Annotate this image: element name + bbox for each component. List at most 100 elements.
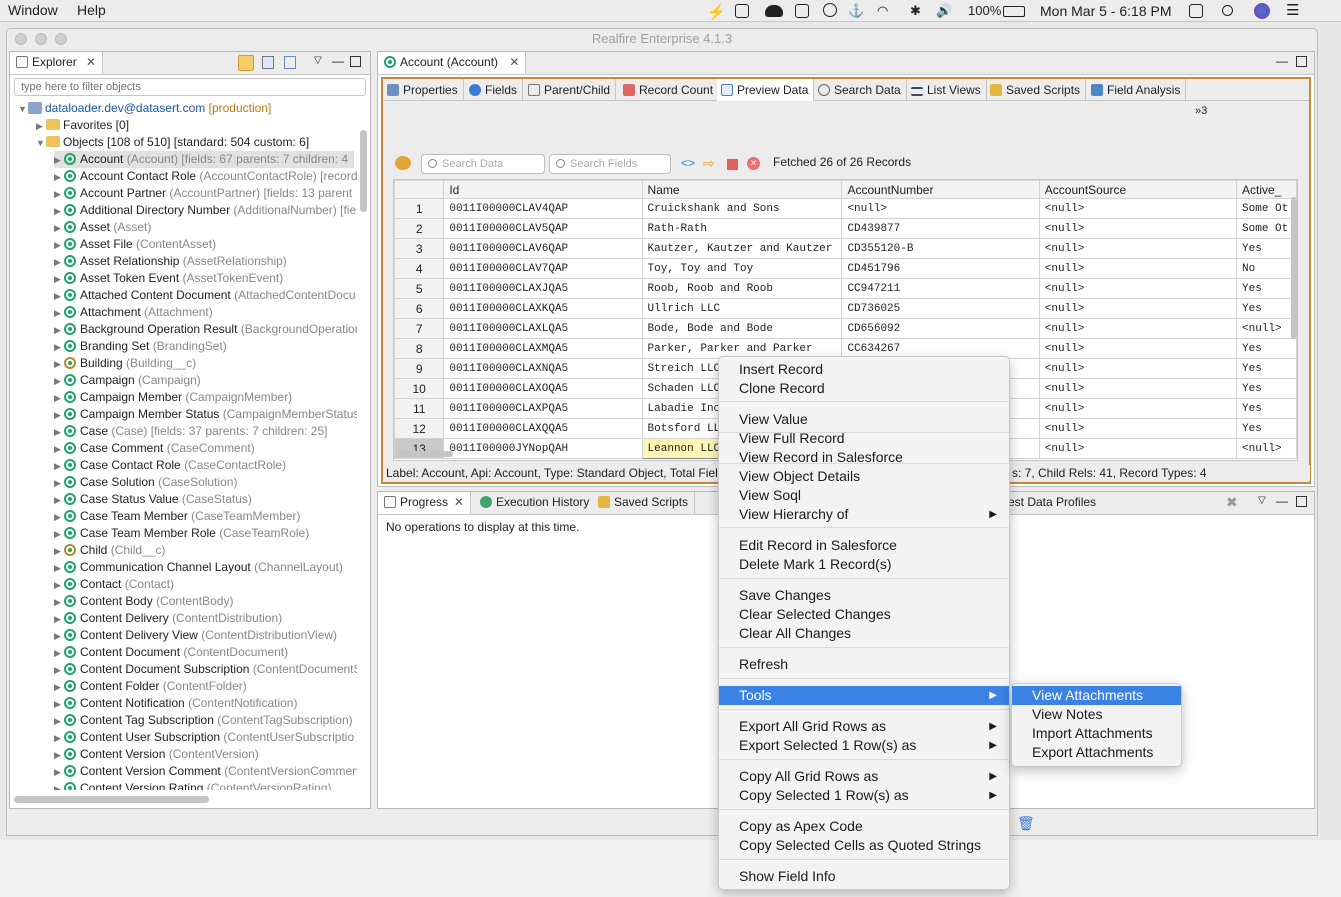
expand-arrow-icon[interactable]: ▶ <box>54 764 64 780</box>
subtab-list-views[interactable]: List Views <box>907 79 987 101</box>
table-cell[interactable]: Cruickshank and Sons <box>641 198 843 219</box>
expand-icon[interactable] <box>284 56 296 69</box>
siri-icon[interactable] <box>1254 3 1270 19</box>
tree-object-item[interactable]: ▶ Asset (Asset) <box>54 219 151 236</box>
row-number[interactable]: 10 <box>394 378 445 399</box>
subtab-fields[interactable]: Fields <box>465 79 524 101</box>
table-cell[interactable]: 0011I00000CLAXKQA5 <box>443 298 643 319</box>
expand-arrow-icon[interactable]: ▶ <box>54 543 64 559</box>
subtab-parent-child[interactable]: Parent/Child <box>524 79 617 101</box>
tree-object-item[interactable]: ▶ Content Tag Subscription (ContentTagSub… <box>54 712 353 729</box>
tree-object-item[interactable]: ▶ Content Document Subscription (ContentD… <box>54 661 357 678</box>
menu-item[interactable]: Clone Record <box>719 379 1009 398</box>
subtab-preview-data[interactable]: Preview Data <box>717 79 815 101</box>
table-cell[interactable]: <null> <box>1038 398 1238 419</box>
tree-object-item[interactable]: ▶ Case Comment (CaseComment) <box>54 440 255 457</box>
sync-icon[interactable] <box>823 3 837 17</box>
calendar-icon[interactable] <box>1189 4 1203 18</box>
table-cell[interactable]: Yes <box>1236 298 1297 319</box>
row-number[interactable]: 8 <box>394 338 445 359</box>
tree-object-item[interactable]: ▶ Content Folder (ContentFolder) <box>54 678 247 695</box>
table-cell[interactable]: Some Ot <box>1236 218 1297 239</box>
expand-arrow-icon[interactable]: ▶ <box>54 373 64 389</box>
maximize-icon[interactable] <box>1296 496 1307 507</box>
tree-object-item[interactable]: ▶ Building (Building__c) <box>54 355 196 372</box>
column-header-account-number[interactable]: AccountNumber <box>841 180 1040 199</box>
menu-help[interactable]: Help <box>77 2 106 18</box>
menu-item[interactable]: View Value <box>719 410 1009 429</box>
expand-arrow-icon[interactable]: ▶ <box>54 390 64 406</box>
subtab-properties[interactable]: Properties <box>383 79 464 101</box>
subtab-saved-scripts[interactable]: Saved Scripts <box>986 79 1087 101</box>
expand-arrow-icon[interactable]: ▶ <box>54 322 64 338</box>
battery-icon[interactable] <box>1003 6 1025 17</box>
table-cell[interactable]: Rath-Rath <box>641 218 843 239</box>
table-cell[interactable]: CC947211 <box>841 278 1040 299</box>
code-icon[interactable]: <> <box>681 156 695 170</box>
collapse-icon[interactable] <box>262 56 274 69</box>
table-cell[interactable]: Toy, Toy and Toy <box>641 258 843 279</box>
expand-arrow-icon[interactable]: ▶ <box>54 288 64 304</box>
table-cell[interactable]: Yes <box>1236 358 1297 379</box>
table-cell[interactable]: <null> <box>1038 378 1238 399</box>
expand-arrow-icon[interactable]: ▶ <box>54 424 64 440</box>
table-cell[interactable]: Kautzer, Kautzer and Kautzer <box>641 238 843 259</box>
table-cell[interactable]: Yes <box>1236 278 1297 299</box>
expand-arrow-icon[interactable]: ▶ <box>54 696 64 712</box>
tree-connection[interactable]: ▼ dataloader.dev@datasert.com [production… <box>18 100 271 117</box>
table-row[interactable]: 7 0011I00000CLAXLQA5 Bode, Bode and Bode CD… <box>394 318 1297 339</box>
table-cell[interactable]: Ullrich LLC <box>641 298 843 319</box>
expand-arrow-icon[interactable]: ▶ <box>54 458 64 474</box>
clear-icon[interactable]: ✕ <box>747 157 760 170</box>
table-cell[interactable]: <null> <box>1038 218 1238 239</box>
table-cell[interactable]: 0011I00000CLAXLQA5 <box>443 318 643 339</box>
screen-icon[interactable] <box>795 4 809 18</box>
menu-item[interactable]: Clear Selected Changes <box>719 605 1009 624</box>
expand-arrow-icon[interactable]: ▶ <box>54 662 64 678</box>
tree-object-item[interactable]: ▶ Content Body (ContentBody) <box>54 593 233 610</box>
expand-arrow-icon[interactable]: ▶ <box>54 577 64 593</box>
row-number[interactable]: 6 <box>394 298 445 319</box>
tab-progress[interactable]: Progress ✕ <box>378 492 472 514</box>
table-cell[interactable]: Yes <box>1236 418 1297 439</box>
tree-object-item[interactable]: ▶ Case Team Member Role (CaseTeamRole) <box>54 525 309 542</box>
stop-icon[interactable] <box>727 159 738 170</box>
expand-arrow-icon[interactable]: ▶ <box>54 186 64 202</box>
expand-arrow-icon[interactable]: ▶ <box>54 560 64 576</box>
menu-item[interactable]: Copy Selected 1 Row(s) as ▶ <box>719 786 1009 805</box>
docker-icon[interactable]: ⚓ <box>848 3 864 19</box>
row-number[interactable]: 3 <box>394 238 445 259</box>
minimize-icon[interactable]: — <box>1276 494 1288 508</box>
tree-object-item[interactable]: ▶ Account Partner (AccountPartner) [field… <box>54 185 352 202</box>
row-number[interactable]: 11 <box>394 398 445 419</box>
expand-arrow-icon[interactable]: ▶ <box>54 237 64 253</box>
table-cell[interactable]: CD656092 <box>841 318 1040 339</box>
expand-arrow-icon[interactable]: ▶ <box>54 254 64 270</box>
bluetooth-icon[interactable]: ✱ <box>910 3 921 19</box>
subtab-record-count[interactable]: Record Count <box>619 79 720 101</box>
lightning-icon[interactable]: ⚡ <box>707 3 726 21</box>
table-row[interactable]: 1 0011I00000CLAV4QAP Cruickshank and Sons <… <box>394 198 1297 219</box>
table-cell[interactable]: <null> <box>1038 418 1238 439</box>
expand-arrow-icon[interactable]: ▶ <box>54 305 64 321</box>
table-cell[interactable]: 0011I00000JYNopQAH <box>443 438 643 459</box>
notification-center-icon[interactable]: ☰ <box>1286 1 1299 19</box>
expand-arrow-icon[interactable]: ▶ <box>54 730 64 746</box>
tab-execution-history[interactable]: Execution History <box>474 492 597 514</box>
table-cell[interactable]: <null> <box>1038 238 1238 259</box>
expand-arrow-icon[interactable]: ▶ <box>54 169 64 185</box>
tab-explorer[interactable]: Explorer ✕ <box>10 52 104 74</box>
table-cell[interactable]: 0011I00000CLAV4QAP <box>443 198 643 219</box>
table-cell[interactable]: Yes <box>1236 398 1297 419</box>
expand-arrow-icon[interactable]: ▶ <box>54 475 64 491</box>
submenu-item[interactable]: View Notes <box>1012 705 1181 724</box>
expand-arrow-icon[interactable]: ▶ <box>54 203 64 219</box>
expand-arrow-icon[interactable]: ▶ <box>54 339 64 355</box>
column-header-account-source[interactable]: AccountSource <box>1038 180 1238 199</box>
table-cell[interactable]: 0011I00000CLAV7QAP <box>443 258 643 279</box>
tree-object-item[interactable]: ▶ Campaign Member (CampaignMember) <box>54 389 292 406</box>
minimize-icon[interactable]: — <box>1276 54 1288 68</box>
submenu-item[interactable]: Import Attachments <box>1012 724 1181 743</box>
column-header-name[interactable]: Name <box>641 180 843 199</box>
table-cell[interactable]: CD439877 <box>841 218 1040 239</box>
